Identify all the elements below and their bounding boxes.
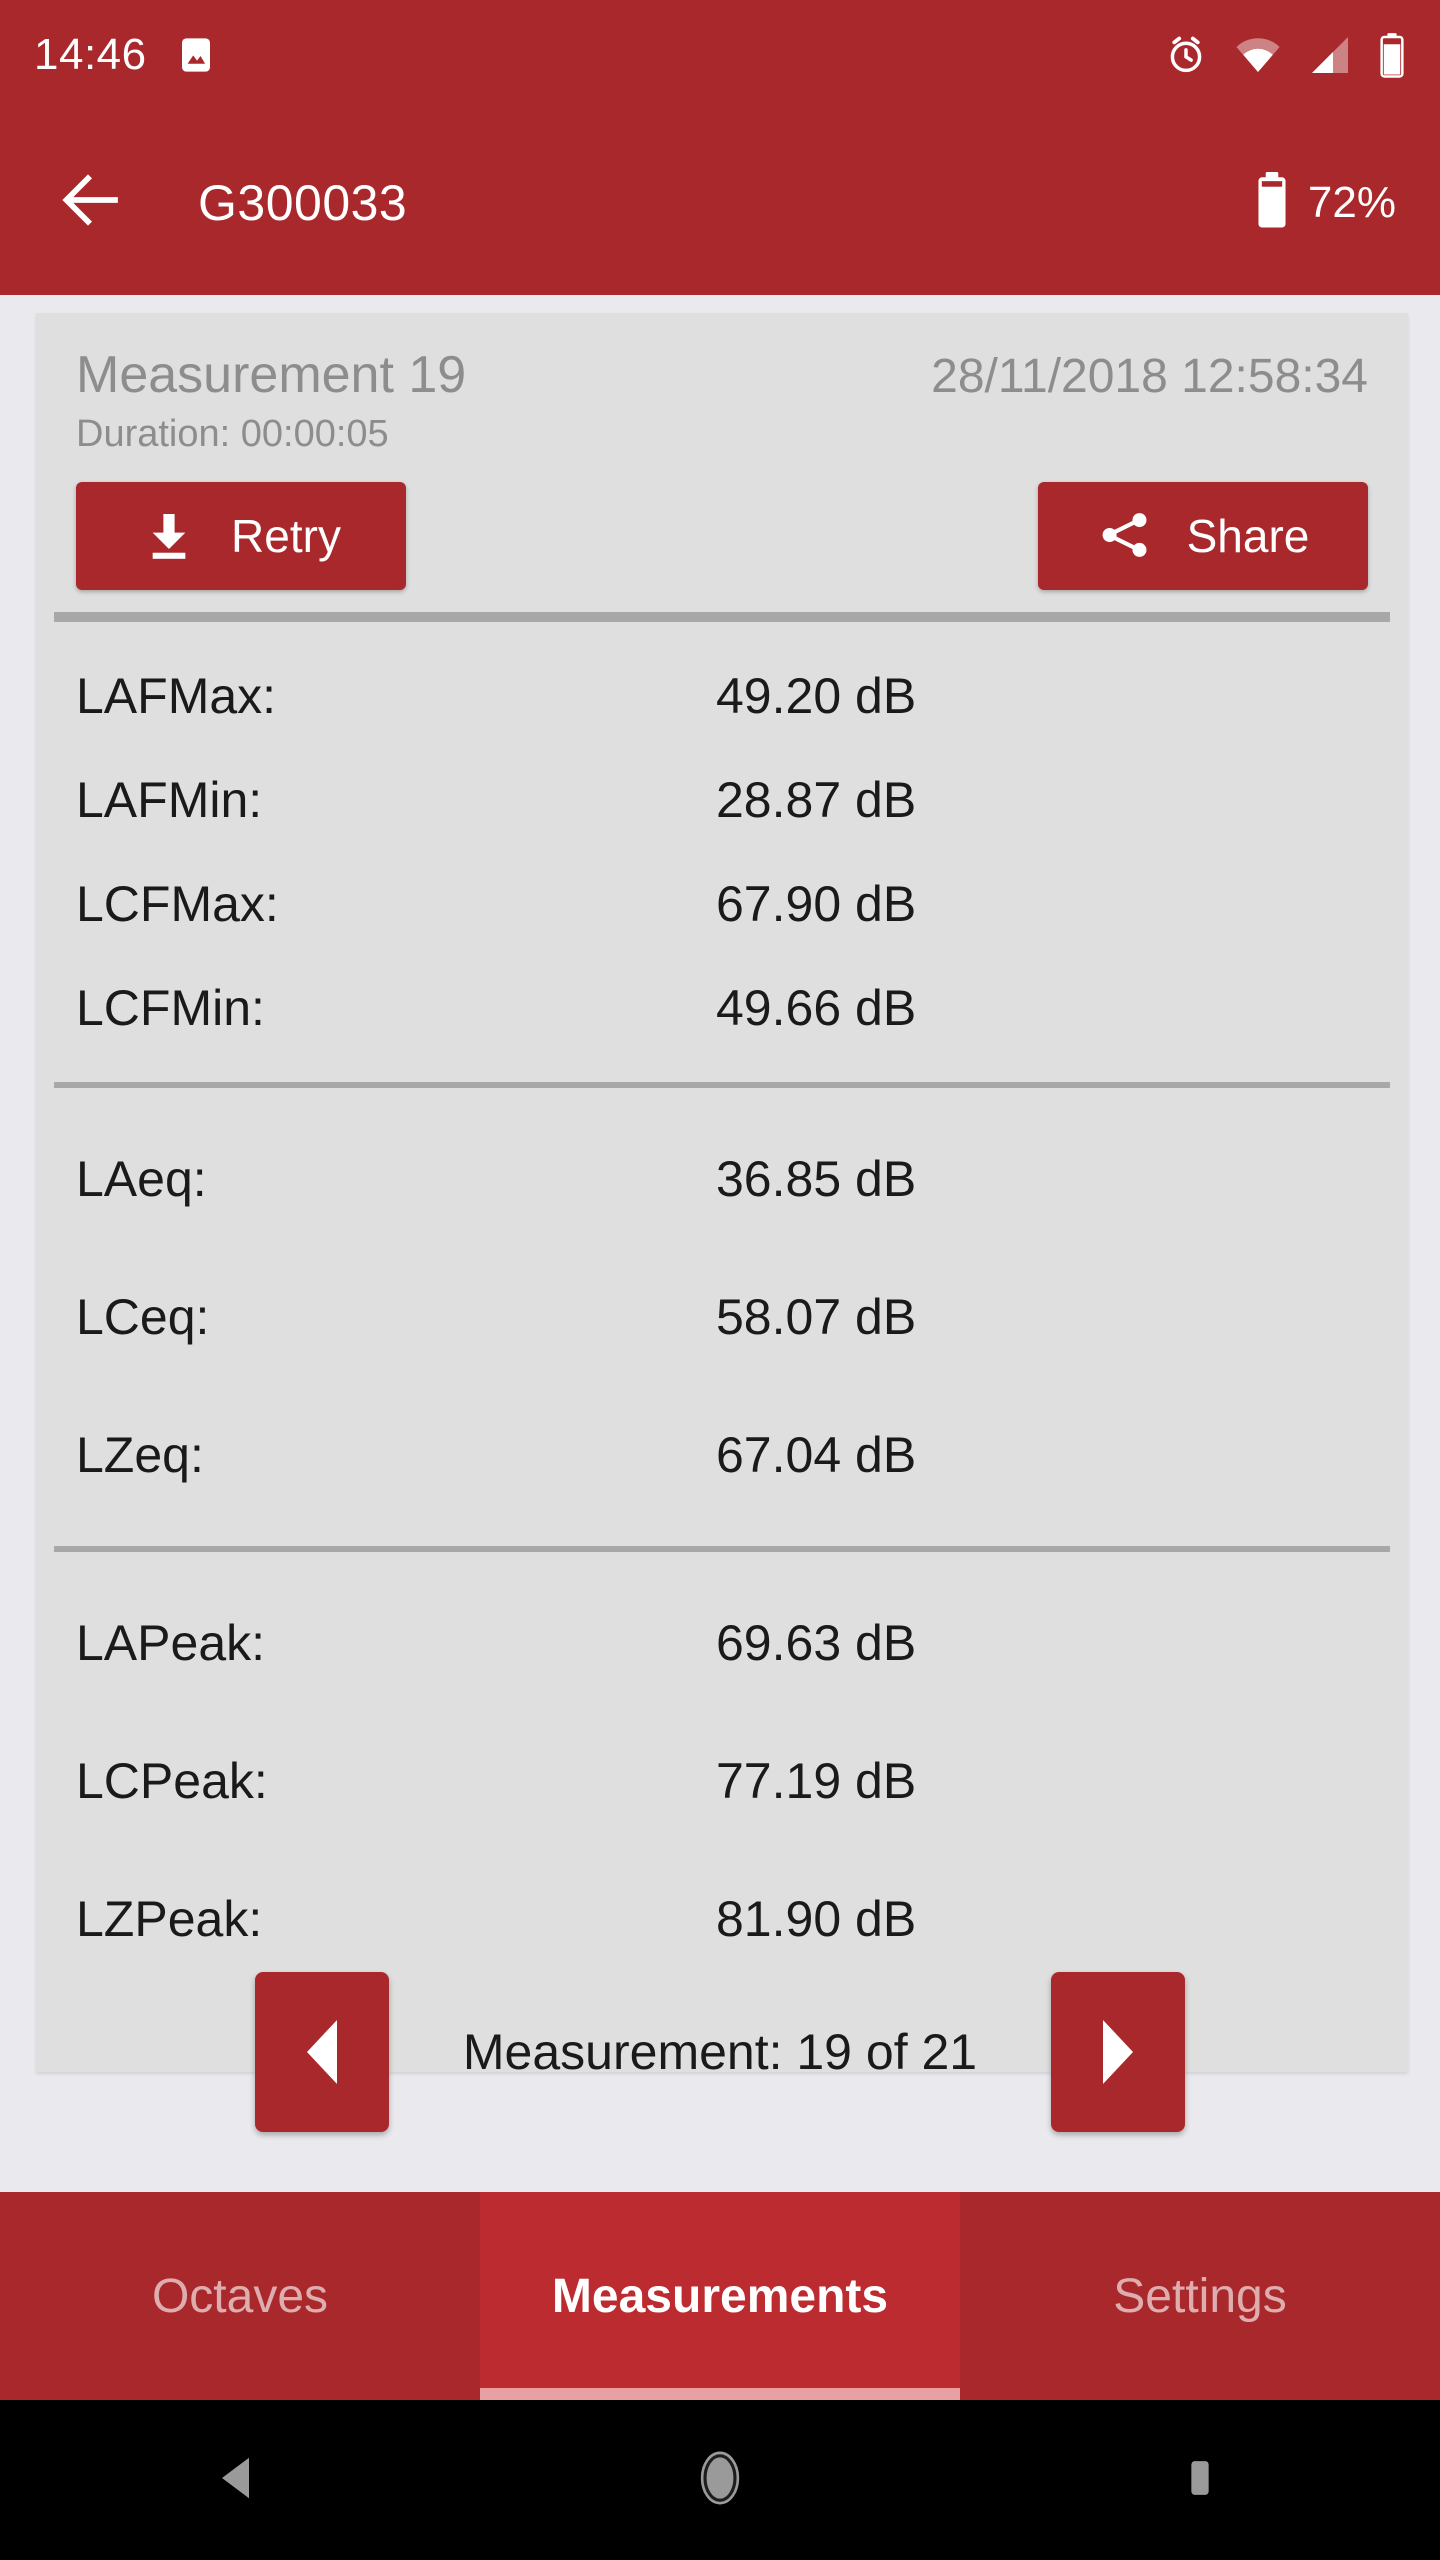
android-navigation-bar	[0, 2400, 1440, 2560]
metric-row: LAeq: 36.85 dB	[76, 1110, 1368, 1248]
status-bar-notification-icons	[175, 34, 217, 76]
battery-icon	[1254, 171, 1290, 234]
metric-value: 28.87 dB	[716, 772, 917, 828]
metric-label: LCPeak:	[76, 1753, 268, 1809]
metric-label: LZeq:	[76, 1427, 204, 1483]
status-bar-clock: 14:46	[34, 30, 147, 79]
metric-value: 67.04 dB	[716, 1427, 917, 1483]
device-battery-status: 72%	[1254, 171, 1396, 234]
metric-row: LCeq: 58.07 dB	[76, 1248, 1368, 1386]
measurement-datetime: 28/11/2018 12:58:34	[931, 350, 1368, 403]
wifi-icon	[1234, 33, 1282, 77]
metric-label: LCFMax:	[76, 876, 279, 932]
metric-label: LCFMin:	[76, 980, 265, 1036]
share-icon	[1097, 507, 1153, 566]
retry-button[interactable]: Retry	[76, 482, 406, 590]
retry-button-label: Retry	[231, 510, 341, 562]
tab-label: Measurements	[551, 2269, 889, 2323]
metric-label: LAPeak:	[76, 1615, 266, 1671]
download-icon	[141, 507, 197, 566]
metric-group-minmax: LAFMax: 49.20 dB LAFMin: 28.87 dB LCFMax…	[36, 622, 1408, 1082]
metric-value: 49.20 dB	[716, 668, 917, 724]
arrow-left-icon	[55, 164, 127, 241]
metric-label: LAFMax:	[76, 668, 277, 724]
nav-recents-button[interactable]	[1110, 2400, 1290, 2560]
metric-label: LAeq:	[76, 1151, 207, 1207]
measurement-actions: Retry Share	[36, 456, 1408, 590]
previous-measurement-button[interactable]	[254, 1972, 389, 2132]
share-button-label: Share	[1186, 510, 1310, 562]
status-bar-system-icons	[1164, 32, 1406, 78]
bottom-tab-bar: Octaves Measurements Settings	[0, 2192, 1440, 2400]
battery-icon	[1378, 32, 1406, 78]
metric-row: LAPeak: 69.63 dB	[76, 1574, 1368, 1712]
metric-group-peak: LAPeak: 69.63 dB LCPeak: 77.19 dB LZPeak…	[36, 1552, 1408, 1988]
metric-row: LAFMin: 28.87 dB	[76, 748, 1368, 852]
metric-row: LCPeak: 77.19 dB	[76, 1712, 1368, 1850]
nav-back-triangle-icon	[213, 2451, 267, 2510]
status-bar: 14:46	[0, 0, 1440, 110]
nav-recents-square-icon	[1174, 2452, 1226, 2509]
measurement-card: Measurement 19 28/11/2018 12:58:34 Durat…	[36, 313, 1408, 2072]
metric-label: LZPeak:	[76, 1891, 263, 1947]
metric-group-equivalent: LAeq: 36.85 dB LCeq: 58.07 dB LZeq: 67.0…	[36, 1088, 1408, 1546]
alarm-icon	[1164, 33, 1208, 77]
metric-row: LCFMin: 49.66 dB	[76, 956, 1368, 1060]
metric-label: LCeq:	[76, 1289, 210, 1345]
next-measurement-button[interactable]	[1051, 1972, 1186, 2132]
triangle-right-icon	[1103, 2020, 1134, 2084]
metric-label: LAFMin:	[76, 772, 263, 828]
phone-screen: 14:46 G300033 72% Measurement 19 28/11/2…	[0, 0, 1440, 2560]
tab-octaves[interactable]: Octaves	[0, 2192, 480, 2400]
measurement-counter-label: Measurement: 19 of 21	[462, 2024, 978, 2080]
actions-divider	[54, 612, 1390, 622]
back-button[interactable]	[52, 164, 130, 242]
metric-value: 77.19 dB	[716, 1753, 917, 1809]
triangle-left-icon	[306, 2020, 337, 2084]
tab-label: Octaves	[151, 2269, 329, 2323]
metric-row: LCFMax: 67.90 dB	[76, 852, 1368, 956]
image-icon	[175, 34, 217, 76]
cellular-signal-icon	[1308, 33, 1352, 77]
metric-value: 36.85 dB	[716, 1151, 917, 1207]
share-button[interactable]: Share	[1038, 482, 1368, 590]
active-tab-indicator	[480, 2388, 960, 2400]
metric-row: LZPeak: 81.90 dB	[76, 1850, 1368, 1988]
metric-value: 81.90 dB	[716, 1891, 917, 1947]
metric-row: LAFMax: 49.20 dB	[76, 644, 1368, 748]
measurement-pagination: Measurement: 19 of 21	[0, 1972, 1440, 2132]
nav-back-button[interactable]	[150, 2400, 330, 2560]
tab-settings[interactable]: Settings	[960, 2192, 1440, 2400]
metric-row: LZeq: 67.04 dB	[76, 1386, 1368, 1524]
metric-value: 69.63 dB	[716, 1615, 917, 1671]
measurement-title: Measurement 19	[76, 346, 467, 404]
nav-home-circle-icon	[691, 2449, 749, 2512]
page-title: G300033	[198, 174, 408, 231]
battery-percent-label: 72%	[1307, 177, 1396, 227]
nav-home-button[interactable]	[630, 2400, 810, 2560]
metric-value: 58.07 dB	[716, 1289, 917, 1345]
measurement-duration: Duration: 00:00:05	[76, 413, 389, 455]
metric-value: 67.90 dB	[716, 876, 917, 932]
metric-value: 49.66 dB	[716, 980, 917, 1036]
tab-measurements[interactable]: Measurements	[480, 2192, 960, 2400]
measurement-card-header: Measurement 19 28/11/2018 12:58:34	[36, 313, 1408, 405]
app-bar: G300033 72%	[0, 110, 1440, 295]
tab-label: Settings	[1113, 2269, 1287, 2323]
